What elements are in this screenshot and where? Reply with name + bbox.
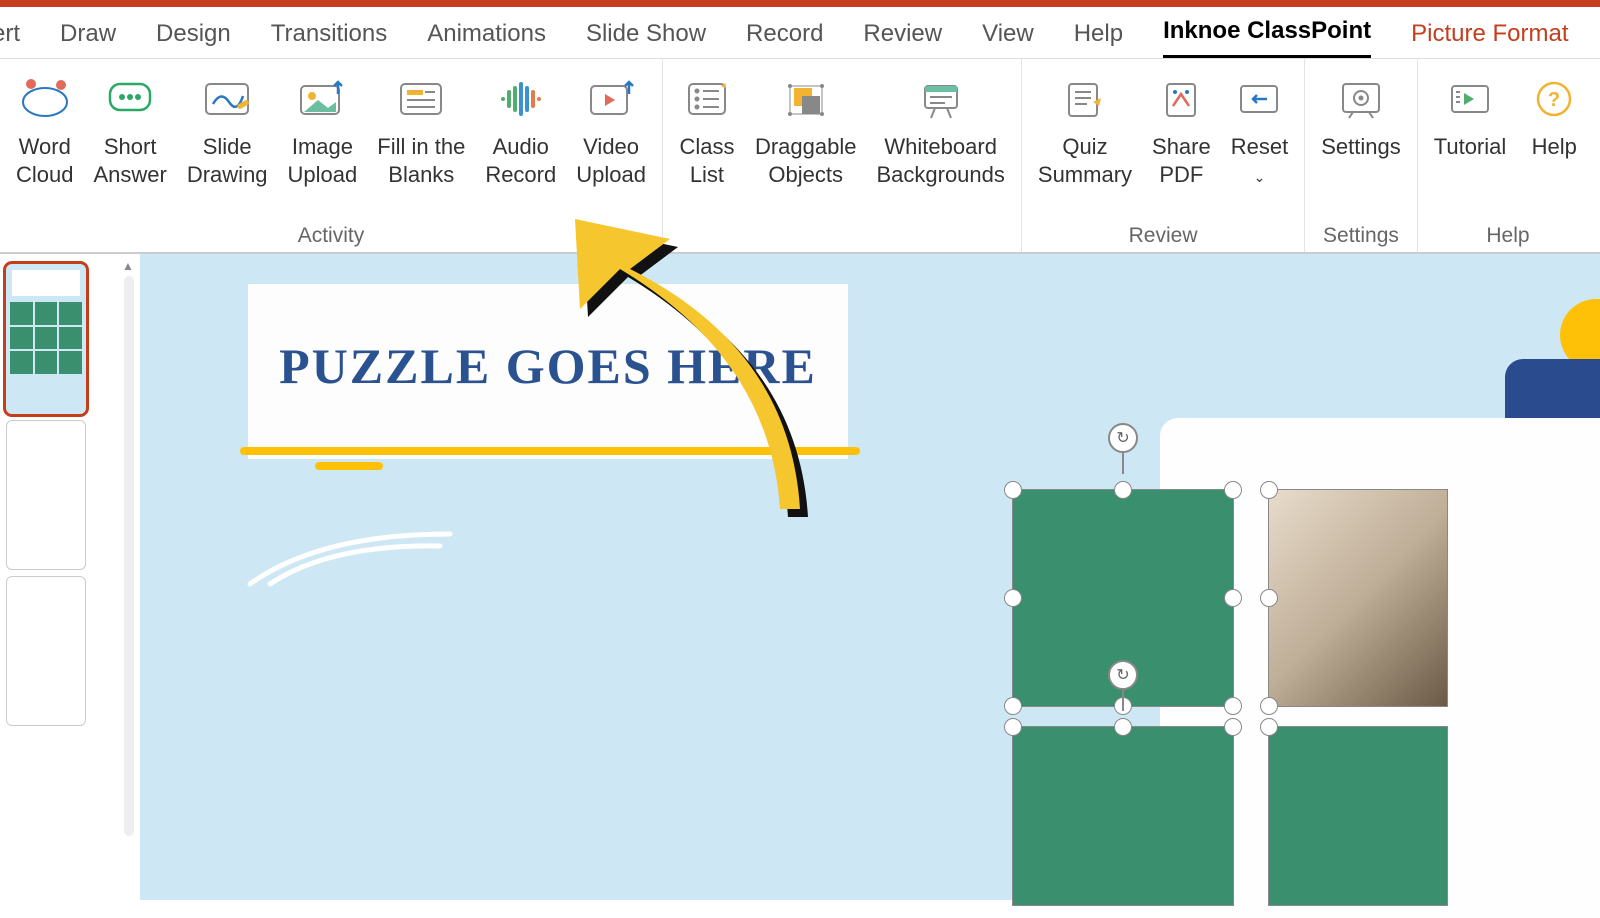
slide-thumbnail-3[interactable] bbox=[6, 576, 86, 726]
quiz-summary-icon bbox=[1057, 71, 1113, 127]
ribbon-group-settings: Settings Settings bbox=[1305, 59, 1418, 252]
slide-editor[interactable]: PUZZLE GOES HERE ↻ bbox=[140, 254, 1600, 900]
class-list-icon bbox=[679, 71, 735, 127]
fill-blanks-icon bbox=[393, 71, 449, 127]
short-answer-label: Short Answer bbox=[93, 133, 166, 188]
tab-inknoe-classpoint[interactable]: Inknoe ClassPoint bbox=[1163, 17, 1371, 58]
settings-button[interactable]: Settings bbox=[1315, 67, 1407, 220]
share-pdf-button[interactable]: Share PDF bbox=[1146, 67, 1217, 220]
video-upload-button[interactable]: Video Upload bbox=[570, 67, 652, 220]
ribbon-group-activity: Word Cloud Short Answer Slide Drawing Im… bbox=[0, 59, 663, 252]
title-underline-short bbox=[315, 462, 383, 470]
tutorial-label: Tutorial bbox=[1434, 133, 1507, 161]
class-list-button[interactable]: Class List bbox=[673, 67, 741, 220]
whiteboard-bg-button[interactable]: Whiteboard Backgrounds bbox=[870, 67, 1010, 220]
slide-canvas[interactable]: PUZZLE GOES HERE ↻ bbox=[140, 254, 1600, 900]
tab-help[interactable]: Help bbox=[1074, 20, 1123, 58]
tab-slide-show[interactable]: Slide Show bbox=[586, 20, 706, 58]
settings-label: Settings bbox=[1321, 133, 1401, 161]
word-cloud-icon bbox=[17, 71, 73, 127]
slide-drawing-icon bbox=[199, 71, 255, 127]
video-upload-label: Video Upload bbox=[576, 133, 646, 188]
decorative-swoosh bbox=[240, 524, 460, 594]
puzzle-tile-4[interactable] bbox=[1268, 726, 1448, 906]
slide-title-text: PUZZLE GOES HERE bbox=[279, 340, 817, 393]
quiz-summary-button[interactable]: Quiz Summary bbox=[1032, 67, 1138, 220]
class-list-label: Class List bbox=[679, 133, 734, 188]
draggable-objects-label: Draggable Objects bbox=[755, 133, 857, 188]
tab-insert[interactable]: ert bbox=[0, 20, 20, 58]
quiz-summary-label: Quiz Summary bbox=[1038, 133, 1132, 188]
help-group-label: Help bbox=[1486, 224, 1529, 248]
help-button[interactable]: ? Help bbox=[1520, 67, 1588, 220]
tutorial-icon bbox=[1442, 71, 1498, 127]
tab-transitions[interactable]: Transitions bbox=[271, 20, 387, 58]
fill-blanks-label: Fill in the Blanks bbox=[377, 133, 465, 188]
settings-icon bbox=[1333, 71, 1389, 127]
tab-animations[interactable]: Animations bbox=[427, 20, 546, 58]
svg-text:?: ? bbox=[1548, 89, 1560, 111]
share-pdf-icon bbox=[1153, 71, 1209, 127]
thumbnail-scrollbar[interactable]: ▲ bbox=[120, 258, 138, 904]
reset-icon bbox=[1231, 71, 1287, 127]
short-answer-button[interactable]: Short Answer bbox=[87, 67, 172, 220]
image-upload-button[interactable]: Image Upload bbox=[282, 67, 364, 220]
title-underline bbox=[240, 447, 860, 455]
audio-record-icon bbox=[493, 71, 549, 127]
draggable-objects-button[interactable]: Draggable Objects bbox=[749, 67, 863, 220]
tab-view[interactable]: View bbox=[982, 20, 1034, 58]
slide-thumbnails-panel: ▲ bbox=[0, 254, 140, 900]
puzzle-tile-2[interactable] bbox=[1268, 489, 1448, 707]
tab-picture-format[interactable]: Picture Format bbox=[1411, 20, 1568, 58]
help-icon: ? bbox=[1526, 71, 1582, 127]
tab-draw[interactable]: Draw bbox=[60, 20, 116, 58]
slide-drawing-button[interactable]: Slide Drawing bbox=[181, 67, 274, 220]
tutorial-button[interactable]: Tutorial bbox=[1428, 67, 1513, 220]
slide-thumbnail-1[interactable] bbox=[6, 264, 86, 414]
tab-design[interactable]: Design bbox=[156, 20, 231, 58]
ribbon-group-help: Tutorial ? Help Help bbox=[1418, 59, 1599, 252]
share-pdf-label: Share PDF bbox=[1152, 133, 1211, 188]
audio-record-button[interactable]: Audio Record bbox=[479, 67, 562, 220]
tools-group-label bbox=[839, 224, 845, 248]
fill-blanks-button[interactable]: Fill in the Blanks bbox=[371, 67, 471, 220]
reset-button[interactable]: Reset⌄ bbox=[1225, 67, 1294, 220]
ribbon-tabs: ert Draw Design Transitions Animations S… bbox=[0, 7, 1600, 59]
help-label: Help bbox=[1532, 133, 1577, 161]
word-cloud-button[interactable]: Word Cloud bbox=[10, 67, 79, 220]
activity-group-label: Activity bbox=[298, 224, 365, 248]
reset-label: Reset⌄ bbox=[1231, 133, 1288, 188]
tab-review[interactable]: Review bbox=[863, 20, 942, 58]
draggable-objects-icon bbox=[778, 71, 834, 127]
slide-title-box[interactable]: PUZZLE GOES HERE bbox=[248, 284, 848, 459]
rotate-handle-icon[interactable]: ↻ bbox=[1108, 423, 1138, 453]
review-group-label: Review bbox=[1129, 224, 1198, 248]
ribbon-group-review: Quiz Summary Share PDF Reset⌄ Review bbox=[1022, 59, 1305, 252]
tab-record[interactable]: Record bbox=[746, 20, 823, 58]
app-accent-bar bbox=[0, 0, 1600, 7]
image-upload-label: Image Upload bbox=[288, 133, 358, 188]
puzzle-tile-3[interactable]: ↻ bbox=[1012, 726, 1234, 906]
workspace: ▲ PUZZLE GOES HERE ↻ bbox=[0, 254, 1600, 900]
rotate-handle-icon[interactable]: ↻ bbox=[1108, 660, 1138, 690]
ribbon: Word Cloud Short Answer Slide Drawing Im… bbox=[0, 59, 1600, 254]
slide-drawing-label: Slide Drawing bbox=[187, 133, 268, 188]
scroll-up-icon[interactable]: ▲ bbox=[120, 258, 136, 274]
whiteboard-bg-label: Whiteboard Backgrounds bbox=[876, 133, 1004, 188]
slide-thumbnail-2[interactable] bbox=[6, 420, 86, 570]
image-upload-icon bbox=[294, 71, 350, 127]
video-upload-icon bbox=[583, 71, 639, 127]
word-cloud-label: Word Cloud bbox=[16, 133, 73, 188]
short-answer-icon bbox=[102, 71, 158, 127]
settings-group-label: Settings bbox=[1323, 224, 1399, 248]
whiteboard-bg-icon bbox=[913, 71, 969, 127]
ribbon-group-tools: Class List Draggable Objects Whiteboard … bbox=[663, 59, 1022, 252]
audio-record-label: Audio Record bbox=[485, 133, 556, 188]
